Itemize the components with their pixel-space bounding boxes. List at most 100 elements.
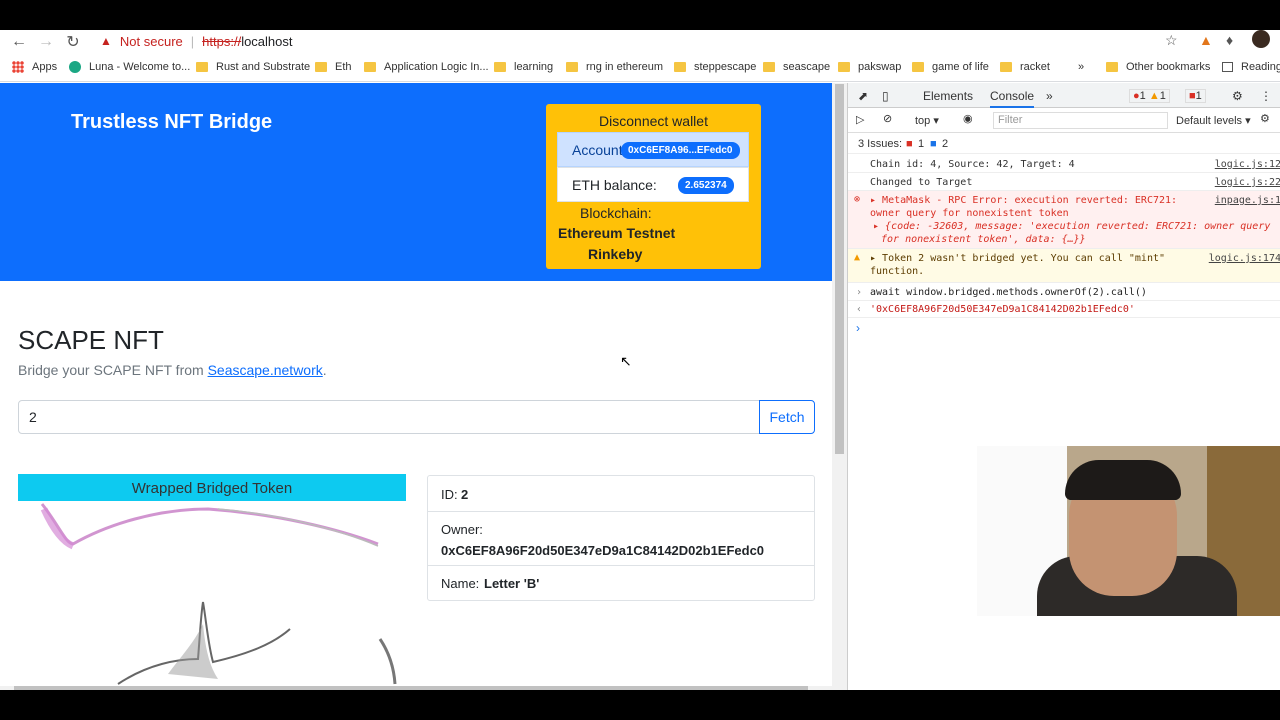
disconnect-wallet-button[interactable]: Disconnect wallet (546, 113, 761, 129)
bookmark-luna[interactable]: Luna - Welcome to... (69, 61, 190, 73)
folder-icon (196, 62, 208, 72)
vertical-scroll-thumb[interactable] (835, 84, 844, 454)
browser-window: ← → ↻ ▲ Not secure | https:// localhost … (0, 30, 1280, 690)
issue-count: 1 (1195, 90, 1202, 102)
reading-list-icon (1222, 62, 1233, 72)
webcam-overlay (977, 446, 1280, 616)
bookmark-seascape[interactable]: seascape (763, 61, 830, 73)
issues-error-icon: ■ (906, 138, 913, 150)
back-icon[interactable]: ← (8, 31, 30, 53)
address-bar: ← → ↻ ▲ Not secure | https:// localhost … (0, 30, 1280, 54)
bookmark-apps[interactable]: Apps (12, 61, 57, 73)
console-filter-input[interactable]: Filter (993, 112, 1168, 129)
reading-list[interactable]: Reading (1222, 61, 1280, 73)
mouse-cursor-icon: ↖ (620, 353, 632, 369)
log-message: MetaMask - RPC Error: execution reverted… (882, 195, 1178, 206)
console-settings-icon[interactable]: ⚙ (1260, 112, 1270, 125)
video-frame: ← → ↻ ▲ Not secure | https:// localhost … (0, 0, 1280, 720)
bookmark-rng[interactable]: rng in ethereum (566, 61, 663, 73)
more-tabs-icon[interactable]: » (1046, 89, 1053, 103)
log-source-link[interactable]: logic.js:174 (1209, 253, 1280, 264)
error-object-toggle[interactable]: ▸ {code: -32603, message: 'execution rev… (873, 221, 1270, 232)
bookmark-label: Application Logic In... (384, 61, 489, 73)
bookmark-steppescape[interactable]: steppescape (674, 61, 756, 73)
log-source-link[interactable]: inpage.js:1 (1215, 195, 1280, 206)
token-id-input[interactable] (18, 400, 760, 434)
owner-item: Owner: 0xC6EF8A96F20d50E347eD9a1C84142D0… (428, 512, 814, 566)
warning-count-icon: ▲ (1148, 90, 1160, 102)
log-source-link[interactable]: logic.js:22 (1215, 177, 1280, 188)
forward-icon[interactable]: → (35, 31, 57, 53)
bookmark-label: racket (1020, 61, 1050, 73)
bookmarks-overflow-button[interactable]: » (1078, 61, 1084, 73)
tab-console[interactable]: Console (990, 89, 1035, 108)
bookmark-game-of-life[interactable]: game of life (912, 61, 989, 73)
log-message: Chain id: 4, Source: 42, Target: 4 (870, 159, 1075, 170)
log-message: await window.bridged.methods.ownerOf(2).… (870, 287, 1147, 298)
account-row: Account 0xC6EF8A96...EFedc0 (557, 132, 749, 167)
clear-console-icon[interactable]: ⊘ (883, 112, 892, 125)
extensions-icon[interactable]: ♦ (1226, 32, 1233, 48)
bookmark-other[interactable]: Other bookmarks (1106, 61, 1210, 73)
warning-icon: ▲ (854, 252, 861, 263)
profile-avatar[interactable] (1252, 30, 1270, 48)
omnibox[interactable]: ▲ Not secure | https:// localhost (92, 30, 1192, 52)
log-message: {code: -32603, message: 'execution rever… (885, 221, 1271, 232)
warning-toggle[interactable]: ▸ Token 2 wasn't bridged yet. You can ca… (870, 253, 1165, 264)
page-viewport: Trustless NFT Bridge Disconnect wallet A… (0, 83, 832, 690)
log-message: Changed to Target (870, 177, 973, 188)
apps-grid-icon (12, 61, 24, 73)
account-badge: 0xC6EF8A96...EFedc0 (621, 142, 740, 159)
bookmark-pakswap[interactable]: pakswap (838, 61, 901, 73)
seascape-link[interactable]: Seascape.network (208, 362, 323, 378)
error-toggle[interactable]: ▸ MetaMask - RPC Error: execution revert… (870, 195, 1177, 206)
reload-icon[interactable]: ↻ (62, 31, 84, 53)
bookmark-learning[interactable]: learning (494, 61, 553, 73)
bookmark-rust[interactable]: Rust and Substrate (196, 61, 310, 73)
bookmark-app-logic[interactable]: Application Logic In... (364, 61, 489, 73)
log-message: Token 2 wasn't bridged yet. You can call… (882, 253, 1166, 264)
log-levels-dropdown[interactable]: Default levels ▾ (1176, 114, 1251, 127)
console-input-entry: › await window.bridged.methods.ownerOf(2… (848, 284, 1280, 301)
context-selector[interactable]: top ▾ (915, 114, 939, 127)
star-icon[interactable]: ☆ (1165, 32, 1178, 49)
luna-icon (69, 61, 81, 73)
id-label: ID: (441, 487, 458, 502)
bookmark-label: Other bookmarks (1126, 61, 1211, 73)
bookmark-label: Reading (1241, 61, 1280, 73)
warning-count: 1 (1159, 90, 1166, 102)
error-warn-counter[interactable]: ●1 ▲1 (1129, 89, 1170, 103)
sidebar-toggle-icon[interactable]: ▷ (856, 113, 864, 126)
folder-icon (1000, 62, 1012, 72)
issues-info-count: 2 (942, 138, 949, 150)
inspect-icon[interactable]: ⬈ (858, 89, 868, 103)
live-expression-eye-icon[interactable]: ◉ (963, 112, 973, 125)
tab-elements[interactable]: Elements (923, 89, 973, 103)
name-item: Name: Letter 'B' (428, 566, 814, 600)
log-source-link[interactable]: logic.js:12 (1215, 159, 1280, 170)
fetch-button[interactable]: Fetch (759, 400, 815, 434)
vertical-scrollbar[interactable] (832, 83, 847, 690)
bookmark-eth[interactable]: Eth (315, 61, 352, 73)
horizontal-scrollbar[interactable] (0, 686, 832, 690)
issue-counter[interactable]: ■1 (1185, 89, 1206, 103)
issues-bar[interactable]: 3 Issues: ■ 1 ■ 2 (848, 134, 1280, 154)
settings-gear-icon[interactable]: ⚙ (1232, 89, 1243, 103)
metamask-icon[interactable]: ▲ (1199, 32, 1213, 48)
bookmark-racket[interactable]: racket (1000, 61, 1050, 73)
bookmark-label: Apps (32, 61, 58, 73)
not-secure-label: Not secure (119, 33, 183, 49)
issue-icon: ■ (1189, 90, 1196, 102)
kebab-menu-icon[interactable]: ⋮ (1260, 89, 1272, 103)
page-title: SCAPE NFT (18, 325, 164, 355)
bookmark-label: rng in ethereum (586, 61, 664, 73)
console-prompt[interactable]: › (856, 321, 860, 335)
owner-label: Owner: (441, 522, 483, 537)
horizontal-scroll-thumb[interactable] (14, 686, 808, 690)
log-message: '0xC6EF8A96F20d50E347eD9a1C84142D02b1EFe… (870, 304, 1135, 315)
log-message-cont: owner query for nonexistent token (870, 208, 1069, 219)
bookmark-label: Eth (335, 61, 352, 73)
folder-icon (315, 62, 327, 72)
log-message-cont: for nonexistent token', data: {…}} (881, 234, 1086, 245)
device-toolbar-icon[interactable]: ▯ (882, 89, 889, 103)
